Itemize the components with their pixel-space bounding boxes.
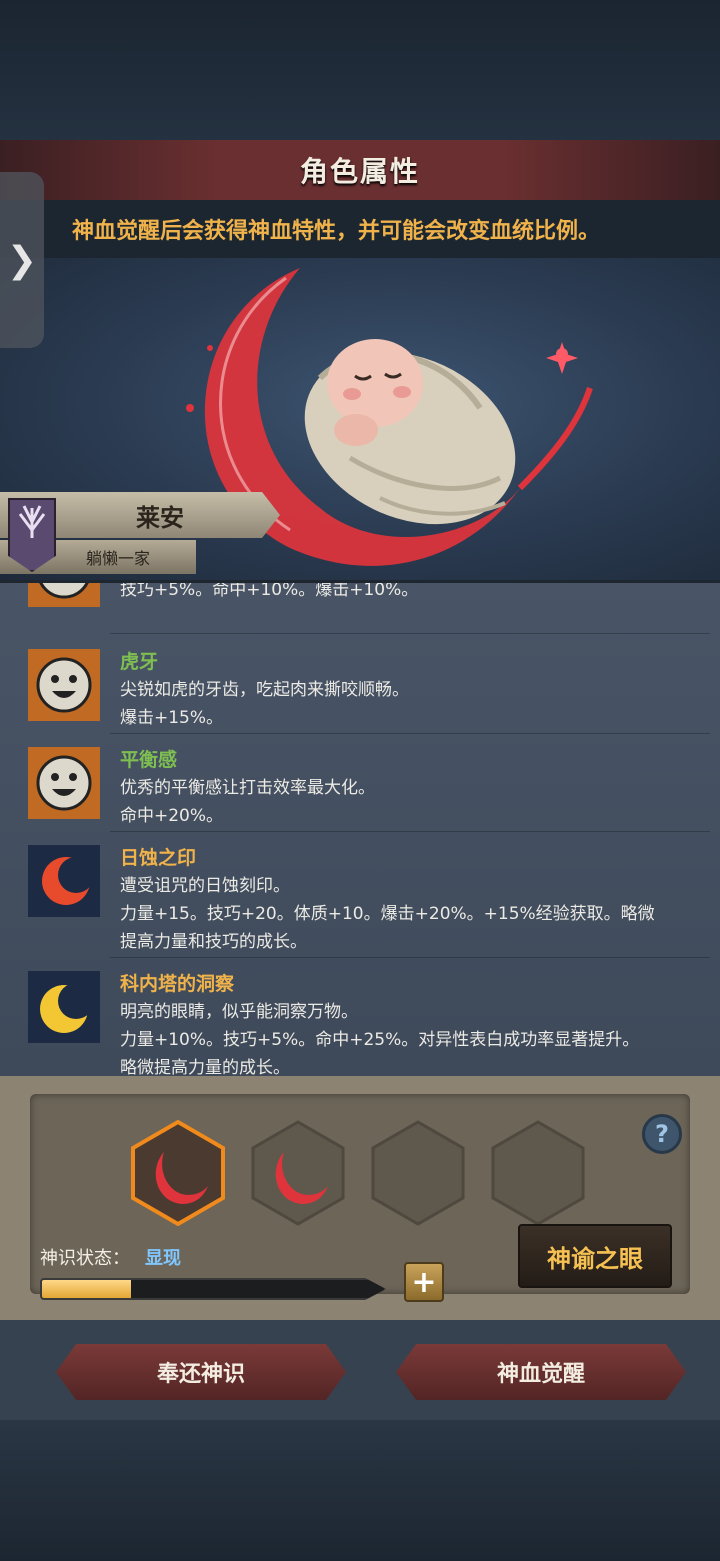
trait-description: 遭受诅咒的日蚀刻印。 — [120, 876, 290, 896]
title-bar: 角色属性 — [0, 140, 720, 202]
trait-description: 尖锐如虎的牙齿，吃起肉来撕咬顺畅。 — [120, 680, 409, 700]
blood-crescent-icon — [131, 1119, 225, 1227]
sense-progress-bar — [40, 1278, 386, 1300]
blood-crescent-icon — [251, 1120, 345, 1226]
trait-name: 平衡感 — [120, 749, 178, 771]
sense-progress-fill — [42, 1280, 131, 1298]
trait-list[interactable]: 技巧+5%。命中+10%。爆击+10%。 虎牙 尖锐如虎的牙齿，吃起肉来撕咬顺畅… — [0, 580, 720, 1079]
smiley-face-icon — [28, 649, 100, 721]
question-icon: ? — [655, 1120, 669, 1148]
bottom-background — [0, 1420, 720, 1561]
return-sense-button[interactable]: 奉还神识 — [56, 1344, 346, 1400]
oracle-eye-button[interactable]: 神谕之眼 — [518, 1224, 672, 1288]
hint-text: 神血觉醒后会获得神血特性，并可能会改变血统比例。 — [72, 219, 601, 244]
trait-effect: 命中+20%。 — [120, 806, 224, 826]
sense-slot-1[interactable] — [130, 1119, 226, 1227]
oracle-eye-label: 神谕之眼 — [547, 1244, 643, 1273]
divine-sense-panel: ? 神识状态： 显现 + 神谕之眼 — [0, 1076, 720, 1320]
side-expand-tab[interactable]: ❯ — [0, 172, 44, 348]
smiley-face-icon — [28, 583, 100, 607]
golden-moon-icon — [28, 971, 100, 1043]
hint-bar: 神血觉醒后会获得神血特性，并可能会改变血统比例。 — [0, 200, 720, 258]
sense-slot-4[interactable] — [490, 1120, 586, 1226]
character-family: 躺懒一家 — [85, 549, 150, 568]
sense-slot-2[interactable] — [250, 1120, 346, 1226]
trait-description: 明亮的眼睛，似乎能洞察万物。 — [120, 1002, 358, 1022]
trait-effect: 略微提高力量的成长。 — [120, 1058, 290, 1078]
trait-effect: 力量+10%。技巧+5%。命中+25%。对异性表白成功率显著提升。 — [120, 1030, 640, 1050]
trait-effect: 技巧+5%。命中+10%。爆击+10%。 — [120, 580, 419, 600]
sense-status-value: 显现 — [145, 1248, 181, 1269]
chevron-right-icon: ❯ — [6, 239, 38, 281]
plus-icon: + — [411, 1264, 437, 1300]
sense-status-label: 神识状态： — [40, 1248, 130, 1269]
smiley-face-icon — [28, 747, 100, 819]
sense-slot-3[interactable] — [370, 1120, 466, 1226]
trait-name: 科内塔的洞察 — [120, 973, 235, 995]
blood-awaken-label: 神血觉醒 — [496, 1362, 585, 1387]
top-background — [0, 0, 720, 140]
trait-effect: 爆击+15%。 — [120, 708, 224, 728]
add-sense-button[interactable]: + — [404, 1262, 444, 1302]
page-title: 角色属性 — [299, 155, 420, 188]
trait-name: 日蚀之印 — [120, 847, 197, 869]
return-sense-label: 奉还神识 — [156, 1362, 245, 1387]
divine-sense-inner: ? 神识状态： 显现 + 神谕之眼 — [30, 1094, 690, 1302]
blood-awaken-button[interactable]: 神血觉醒 — [396, 1344, 686, 1400]
help-button[interactable]: ? — [642, 1114, 682, 1154]
red-eclipse-icon — [28, 845, 100, 917]
trait-effect: 力量+15。技巧+20。体质+10。爆击+20%。+15%经验获取。略微 — [120, 904, 655, 924]
trait-description: 优秀的平衡感让打击效率最大化。 — [120, 778, 375, 798]
trait-effect: 提高力量和技巧的成长。 — [120, 932, 307, 952]
character-name: 莱安 — [136, 503, 184, 532]
trait-name: 虎牙 — [120, 651, 159, 673]
